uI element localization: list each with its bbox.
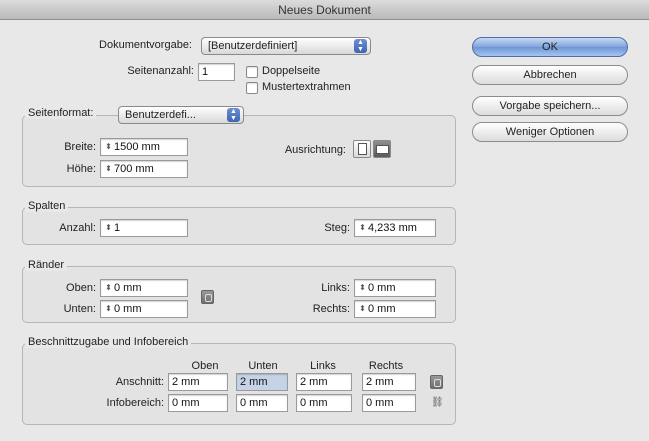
slug-bottom-input[interactable]: 0 mm — [236, 394, 288, 412]
bleed-col-left: Links — [310, 360, 336, 372]
height-value: 700 mm — [114, 163, 154, 175]
slug-right-input[interactable]: 0 mm — [362, 394, 416, 412]
margin-top-value: 0 mm — [114, 282, 142, 294]
bleed-col-bottom: Unten — [248, 360, 278, 372]
stepper-icon[interactable]: ⬍ — [104, 280, 113, 296]
landscape-page-icon — [376, 145, 389, 154]
width-input[interactable]: ⬍ 1500 mm — [100, 138, 188, 156]
stepper-icon[interactable]: ⬍ — [358, 280, 367, 296]
margin-top-label: Oben: — [66, 282, 96, 294]
margin-right-label: Rechts: — [312, 303, 350, 315]
page-size-label: Seitenformat: — [25, 107, 97, 119]
dropdown-arrows-icon: ▲ ▼ — [354, 39, 367, 53]
bleed-bottom-input[interactable]: 2 mm — [236, 373, 288, 391]
page-size-dropdown[interactable]: Benutzerdefi... ▲ ▼ — [118, 106, 244, 124]
master-text-frame-label: Mustertextrahmen — [262, 81, 351, 93]
bleed-col-right: Rechts — [368, 360, 404, 372]
stepper-icon[interactable]: ⬍ — [358, 220, 367, 236]
stepper-icon[interactable]: ⬍ — [104, 161, 113, 177]
columns-number-input[interactable]: ⬍ 1 — [100, 219, 188, 237]
page-size-value: Benutzerdefi... — [125, 109, 196, 121]
stepper-icon[interactable]: ⬍ — [104, 139, 113, 155]
bleed-slug-title: Beschnittzugabe und Infobereich — [25, 336, 192, 348]
stepper-icon[interactable]: ⬍ — [104, 301, 113, 317]
pages-input[interactable]: 1 — [198, 63, 235, 81]
margin-left-input[interactable]: ⬍ 0 mm — [354, 279, 436, 297]
save-preset-button[interactable]: Vorgabe speichern... — [472, 96, 628, 116]
dropdown-arrows-icon: ▲ ▼ — [227, 108, 240, 122]
margins-link-chain-icon[interactable] — [201, 290, 214, 304]
fewer-options-button[interactable]: Weniger Optionen — [472, 122, 628, 142]
portrait-page-icon — [358, 143, 367, 155]
preset-dropdown[interactable]: [Benutzerdefiniert] ▲ ▼ — [201, 37, 371, 55]
landscape-orientation-button[interactable] — [373, 140, 391, 158]
bleed-col-top: Oben — [191, 360, 219, 372]
orientation-label: Ausrichtung: — [284, 144, 346, 156]
facing-pages-checkbox[interactable] — [246, 66, 258, 78]
margin-bottom-value: 0 mm — [114, 303, 142, 315]
stepper-icon[interactable]: ⬍ — [358, 301, 367, 317]
facing-pages-label: Doppelseite — [262, 65, 321, 77]
slug-unlinked-chain-icon[interactable]: ⛓ — [431, 395, 444, 411]
margins-title: Ränder — [25, 259, 68, 271]
bleed-left-input[interactable]: 2 mm — [296, 373, 352, 391]
height-input[interactable]: ⬍ 700 mm — [100, 160, 188, 178]
gutter-input[interactable]: ⬍ 4,233 mm — [354, 219, 436, 237]
margin-right-input[interactable]: ⬍ 0 mm — [354, 300, 436, 318]
margin-top-input[interactable]: ⬍ 0 mm — [100, 279, 188, 297]
preset-label: Dokumentvorgabe: — [99, 39, 192, 51]
new-document-dialog: Dokumentvorgabe: [Benutzerdefiniert] ▲ ▼ … — [0, 20, 649, 441]
ok-button[interactable]: OK — [472, 37, 628, 57]
margin-bottom-input[interactable]: ⬍ 0 mm — [100, 300, 188, 318]
margin-right-value: 0 mm — [368, 303, 396, 315]
slug-left-input[interactable]: 0 mm — [296, 394, 352, 412]
cancel-button[interactable]: Abbrechen — [472, 65, 628, 85]
columns-number-label: Anzahl: — [59, 222, 96, 234]
preset-value: [Benutzerdefiniert] — [208, 40, 298, 52]
margin-bottom-label: Unten: — [63, 303, 96, 315]
columns-number-value: 1 — [114, 222, 121, 234]
bleed-right-input[interactable]: 2 mm — [362, 373, 416, 391]
width-label: Breite: — [64, 141, 96, 153]
stepper-icon[interactable]: ⬍ — [104, 220, 113, 236]
slug-label: Infobereich: — [106, 397, 164, 409]
gutter-value: 4,233 mm — [368, 222, 417, 234]
columns-title: Spalten — [25, 200, 69, 212]
master-text-frame-checkbox[interactable] — [246, 82, 258, 94]
slug-top-input[interactable]: 0 mm — [168, 394, 228, 412]
bleed-link-chain-icon[interactable] — [430, 375, 443, 389]
pages-label: Seitenanzahl: — [127, 65, 194, 77]
gutter-label: Steg: — [324, 222, 350, 234]
margin-left-label: Links: — [321, 282, 350, 294]
width-value: 1500 mm — [114, 141, 160, 153]
height-label: Höhe: — [66, 163, 96, 175]
bleed-label: Anschnitt: — [115, 376, 164, 388]
portrait-orientation-button[interactable] — [353, 140, 371, 158]
bleed-top-input[interactable]: 2 mm — [168, 373, 228, 391]
window-title: Neues Dokument — [0, 0, 649, 20]
margin-left-value: 0 mm — [368, 282, 396, 294]
